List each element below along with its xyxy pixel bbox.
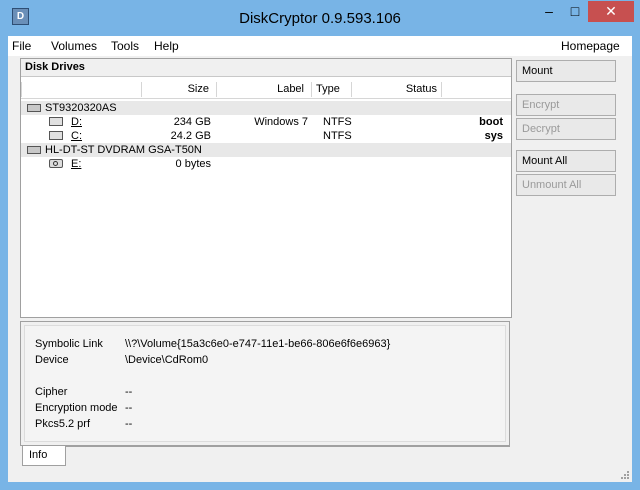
menu-volumes[interactable]: Volumes [51, 39, 97, 53]
window-frame: D DiskCryptor 0.9.593.106 – □ ✕ File Vol… [0, 0, 640, 490]
info-panel: Symbolic Link \\?\Volume{15a3c6e0-e747-1… [20, 321, 510, 446]
menu-help[interactable]: Help [154, 39, 179, 53]
tab-info[interactable]: Info [22, 446, 66, 466]
decrypt-button[interactable]: Decrypt [516, 118, 616, 140]
device-value: \Device\CdRom0 [125, 354, 209, 366]
cipher-value: -- [125, 386, 133, 398]
maximize-button[interactable]: □ [562, 1, 588, 22]
close-button[interactable]: ✕ [588, 1, 634, 22]
list-item[interactable]: E: 0 bytes [21, 157, 511, 171]
client-area: File Volumes Tools Help Homepage Disk Dr… [8, 36, 632, 482]
volume-label: Windows 7 [254, 116, 308, 128]
list-item[interactable]: HL-DT-ST DVDRAM GSA-T50N [21, 143, 511, 157]
volume-icon [49, 131, 63, 140]
cdrom-icon [49, 159, 63, 168]
volume-type: NTFS [323, 116, 352, 128]
hard-disk-icon [27, 104, 41, 112]
resize-grip-icon[interactable] [620, 470, 630, 480]
disk-drives-title: Disk Drives [21, 59, 511, 77]
list-item[interactable]: ST9320320AS [21, 101, 511, 115]
volume-icon [49, 117, 63, 126]
menu-tools[interactable]: Tools [111, 39, 139, 53]
column-header-size[interactable]: Size [141, 82, 213, 97]
volume-status: sys [484, 130, 503, 142]
homepage-link[interactable]: Homepage [561, 39, 620, 53]
mount-button[interactable]: Mount [516, 60, 616, 82]
volume-type: NTFS [323, 130, 352, 142]
title-bar[interactable]: D DiskCryptor 0.9.593.106 – □ ✕ [0, 0, 640, 36]
pkcs-value: -- [125, 418, 133, 430]
tab-bar: Info [20, 446, 510, 466]
column-header-status[interactable]: Status [351, 82, 441, 97]
volume-name: C: [71, 130, 82, 142]
disk-name: HL-DT-ST DVDRAM GSA-T50N [45, 144, 202, 156]
column-header: Size Label Type Status [21, 81, 511, 99]
minimize-button[interactable]: – [536, 1, 562, 22]
info-content: Symbolic Link \\?\Volume{15a3c6e0-e747-1… [24, 325, 506, 442]
column-header-extra [441, 82, 510, 97]
tab-divider [66, 446, 510, 447]
volume-size: 0 bytes [175, 158, 211, 170]
volume-name: E: [71, 158, 82, 170]
volume-size: 234 GB [173, 116, 211, 128]
symbolic-link-value: \\?\Volume{15a3c6e0-e747-11e1-be66-806e6… [125, 338, 391, 350]
unmount-all-button[interactable]: Unmount All [516, 174, 616, 196]
volume-name: D: [71, 116, 82, 128]
mount-all-button[interactable]: Mount All [516, 150, 616, 172]
cipher-label: Cipher [35, 386, 68, 398]
disk-name: ST9320320AS [45, 102, 117, 114]
encryption-mode-value: -- [125, 402, 133, 414]
encrypt-button[interactable]: Encrypt [516, 94, 616, 116]
menu-file[interactable]: File [12, 39, 31, 53]
device-label: Device [35, 354, 69, 366]
menu-bar: File Volumes Tools Help Homepage [8, 36, 632, 56]
hard-disk-icon [27, 146, 41, 154]
symbolic-link-label: Symbolic Link [35, 338, 103, 350]
disk-drives-panel: Disk Drives Size Label Type Status ST932… [20, 58, 512, 318]
column-header-label[interactable]: Label [216, 82, 308, 97]
column-header-type[interactable]: Type [311, 82, 351, 97]
pkcs-label: Pkcs5.2 prf [35, 418, 91, 430]
column-header-name[interactable] [21, 82, 142, 97]
volume-status: boot [479, 116, 503, 128]
list-item[interactable]: C: 24.2 GB NTFS sys [21, 129, 511, 143]
list-item[interactable]: D: 234 GB Windows 7 NTFS boot [21, 115, 511, 129]
encryption-mode-label: Encryption mode [35, 402, 118, 414]
volume-size: 24.2 GB [170, 130, 211, 142]
